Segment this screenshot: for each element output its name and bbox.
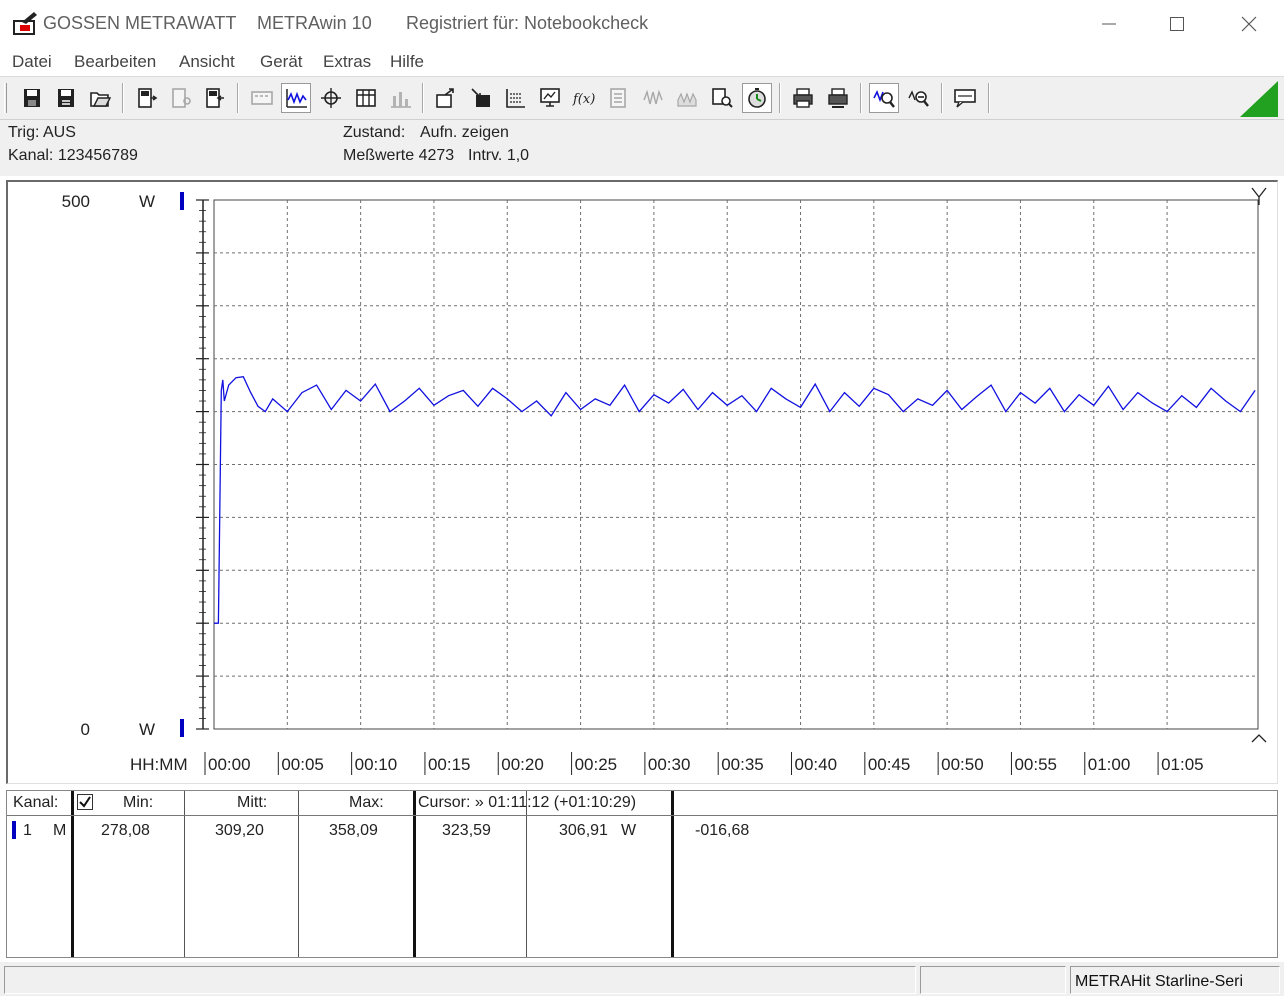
row-min: 278,08 — [101, 822, 150, 839]
status-bar: METRAHit Starline-Seri — [0, 962, 1284, 996]
x-tick-label: 00:10 — [355, 755, 398, 774]
series-line-1 — [214, 375, 1256, 624]
header-kanal: Kanal: — [13, 794, 59, 811]
x-tick-label: 01:05 — [1161, 755, 1204, 774]
channel-color-marker — [12, 821, 16, 839]
x-tick-label: 00:40 — [795, 755, 838, 774]
row-cursor2: 306,91 — [559, 822, 608, 839]
header-divider — [7, 815, 1277, 816]
row-cursor1: 323,59 — [442, 822, 491, 839]
status-pane-middle — [920, 966, 1066, 994]
power-chart[interactable]: 500 W 0 W HH:MM 00:00 00:05 00:10 00:15 00:20 00:2… — [0, 0, 1284, 800]
checkbox-checked-icon[interactable] — [77, 794, 93, 810]
x-tick-label: 00:35 — [721, 755, 764, 774]
x-tick-label: 00:50 — [941, 755, 984, 774]
row-max: 358,09 — [329, 822, 378, 839]
header-mitt: Mitt: — [237, 794, 268, 811]
x-tick-label: 00:30 — [648, 755, 691, 774]
x-scroll-arrow-icon[interactable] — [1251, 734, 1267, 743]
status-pane-main — [4, 966, 916, 994]
x-tick-label: 00:45 — [868, 755, 911, 774]
x-tick-label: 00:15 — [428, 755, 471, 774]
chart-panel[interactable]: 500 W 0 W HH:MM 00:00 00:05 00:10 00:15 00:20 00:2… — [6, 180, 1278, 784]
y-cursor-arrow-icon[interactable] — [1251, 187, 1267, 205]
x-axis-label: HH:MM — [130, 755, 188, 774]
header-min: Min: — [123, 794, 154, 811]
x-tick-label: 00:55 — [1014, 755, 1057, 774]
y-unit-bottom: W — [139, 720, 155, 739]
y-max-label: 500 — [62, 192, 90, 211]
values-table: Kanal: Min: Mitt: Max: Cursor: » 01:11:1… — [6, 790, 1278, 958]
status-device: METRAHit Starline-Seri — [1070, 966, 1280, 994]
channel-marker-top — [180, 192, 184, 210]
x-tick-label: 00:05 — [281, 755, 324, 774]
row-mode: M — [53, 822, 67, 839]
y-unit-top: W — [139, 192, 155, 211]
row-mitt: 309,20 — [215, 822, 264, 839]
x-tick-label: 01:00 — [1088, 755, 1131, 774]
header-cursor: Cursor: » 01:11:12 (+01:10:29) — [418, 794, 637, 811]
row-unit: W — [621, 822, 637, 839]
row-channel: 1 — [23, 822, 32, 839]
row-delta: -016,68 — [695, 822, 750, 839]
y-min-label: 0 — [81, 720, 90, 739]
header-max: Max: — [349, 794, 384, 811]
x-tick-label: 00:25 — [575, 755, 618, 774]
x-tick-label: 00:00 — [208, 755, 251, 774]
x-tick-label: 00:20 — [501, 755, 544, 774]
channel-marker-bottom — [180, 719, 184, 737]
